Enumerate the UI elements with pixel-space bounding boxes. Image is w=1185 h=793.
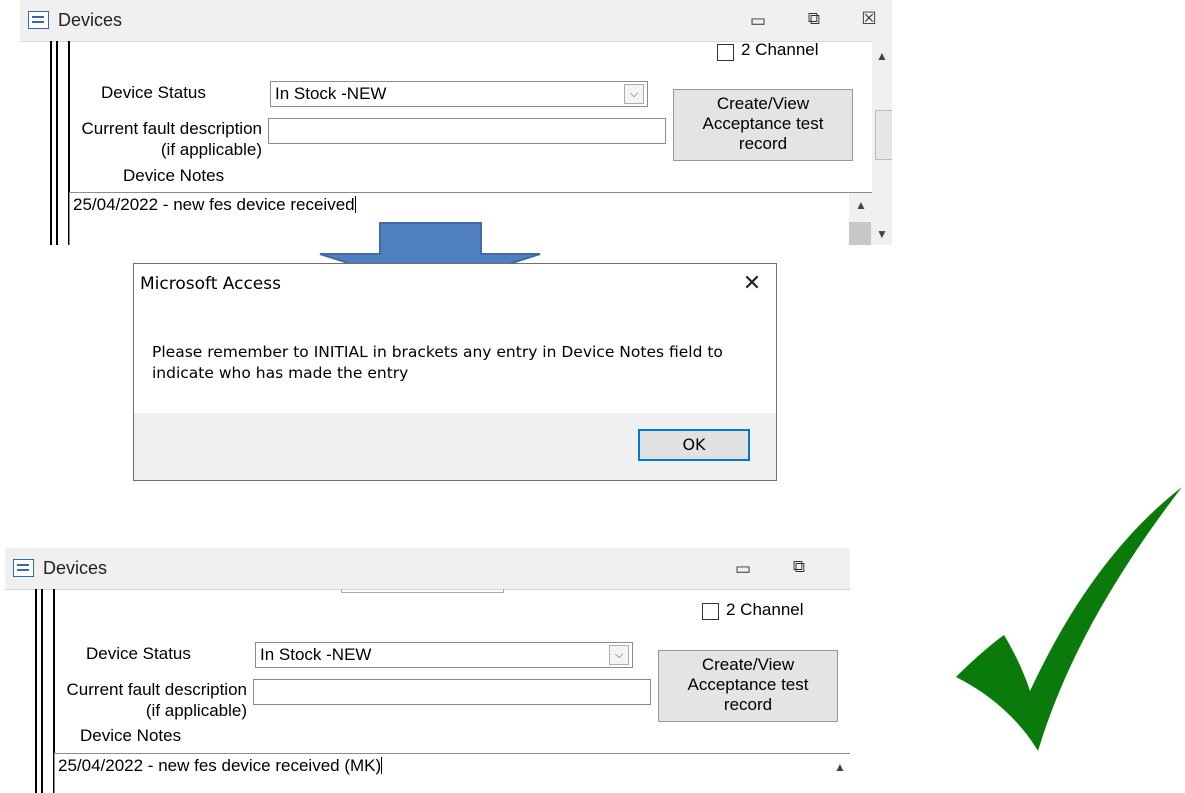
close-button[interactable]: ☒ bbox=[858, 9, 880, 29]
checkmark-shape bbox=[956, 487, 1182, 751]
notes-scroll-thumb[interactable] bbox=[849, 222, 871, 245]
fault-label-line2: (if applicable) bbox=[145, 701, 247, 720]
scroll-up-icon[interactable]: ▲ bbox=[873, 49, 891, 63]
dialog-message-line1: Please remember to INITIAL in brackets a… bbox=[152, 343, 723, 361]
record-selector-line bbox=[56, 41, 58, 245]
device-notes-label: Device Notes bbox=[80, 726, 182, 745]
title-bar: Devices ▭ ⧉ ☒ bbox=[20, 0, 892, 42]
dialog-message: Please remember to INITIAL in brackets a… bbox=[152, 342, 752, 384]
acceptance-button-line2: Acceptance test bbox=[702, 114, 824, 133]
restore-button[interactable]: ⧉ bbox=[788, 557, 810, 577]
acceptance-button-line1: Create/View bbox=[701, 655, 795, 674]
form-scroll-thumb[interactable] bbox=[875, 110, 892, 160]
fault-label: Current fault description (if applicable… bbox=[80, 118, 262, 160]
checkmark-icon bbox=[956, 487, 1182, 751]
chevron-down-icon[interactable]: ⌵ bbox=[624, 84, 644, 104]
device-status-combo[interactable]: In Stock -NEW bbox=[255, 642, 633, 668]
device-notes-textarea[interactable]: 25/04/2022 - new fes device received (MK… bbox=[54, 753, 850, 793]
bottom-devices-form: Devices ▭ ⧉ 2 Channel Device Status In S… bbox=[5, 548, 850, 793]
device-notes-label: Device Notes bbox=[123, 166, 225, 185]
device-notes-text: 25/04/2022 - new fes device received (MK… bbox=[58, 756, 382, 775]
top-devices-form: Devices ▭ ⧉ ☒ 2 Channel Device Status In… bbox=[20, 0, 892, 245]
fault-label-line1: Current fault description bbox=[66, 680, 247, 699]
dialog-message-line2: indicate who has made the entry bbox=[152, 364, 409, 382]
form-icon bbox=[13, 559, 34, 577]
chevron-down-icon[interactable]: ⌵ bbox=[609, 645, 629, 665]
record-selector-line bbox=[41, 589, 43, 793]
close-icon[interactable]: ✕ bbox=[740, 270, 764, 296]
device-status-value: In Stock -NEW bbox=[275, 84, 387, 103]
two-channel-label: 2 Channel bbox=[726, 600, 804, 619]
dialog-footer: OK bbox=[134, 413, 776, 480]
minimize-button[interactable]: ▭ bbox=[732, 559, 754, 579]
acceptance-button-line2: Acceptance test bbox=[687, 675, 809, 694]
device-status-value: In Stock -NEW bbox=[260, 645, 372, 664]
acceptance-button-line3: record bbox=[738, 134, 788, 153]
restore-button[interactable]: ⧉ bbox=[803, 9, 825, 29]
fault-description-input[interactable] bbox=[253, 679, 651, 705]
scroll-up-icon[interactable]: ▲ bbox=[852, 198, 870, 212]
fault-label-line1: Current fault description bbox=[81, 119, 262, 138]
two-channel-label: 2 Channel bbox=[741, 40, 819, 59]
scroll-down-icon[interactable]: ▼ bbox=[873, 227, 891, 241]
ok-button[interactable]: OK bbox=[638, 429, 750, 461]
acceptance-button-line3: record bbox=[723, 695, 773, 714]
device-status-combo[interactable]: In Stock -NEW bbox=[270, 81, 648, 107]
window-title: Devices bbox=[43, 558, 108, 578]
partial-field-edge bbox=[341, 589, 504, 593]
text-cursor bbox=[381, 757, 383, 774]
acceptance-test-button[interactable]: Create/View Acceptance test record bbox=[658, 650, 838, 722]
two-channel-checkbox[interactable] bbox=[702, 603, 719, 620]
device-status-label: Device Status bbox=[86, 644, 191, 663]
title-bar: Devices ▭ ⧉ bbox=[5, 548, 850, 590]
scroll-up-icon[interactable]: ▲ bbox=[831, 760, 849, 774]
text-cursor bbox=[354, 196, 356, 213]
device-status-label: Device Status bbox=[101, 83, 206, 102]
dialog-title: Microsoft Access bbox=[140, 274, 281, 294]
device-notes-text: 25/04/2022 - new fes device received bbox=[73, 195, 355, 214]
two-channel-checkbox[interactable] bbox=[717, 44, 734, 61]
minimize-button[interactable]: ▭ bbox=[747, 11, 769, 31]
fault-description-input[interactable] bbox=[268, 118, 666, 144]
record-selector-line bbox=[35, 589, 37, 793]
form-icon bbox=[28, 11, 49, 29]
record-selector-line bbox=[50, 41, 52, 245]
fault-label: Current fault description (if applicable… bbox=[65, 679, 247, 721]
message-dialog: Microsoft Access ✕ Please remember to IN… bbox=[133, 263, 777, 481]
fault-label-line2: (if applicable) bbox=[160, 140, 262, 159]
window-title: Devices bbox=[58, 10, 123, 30]
acceptance-test-button[interactable]: Create/View Acceptance test record bbox=[673, 89, 853, 161]
acceptance-button-line1: Create/View bbox=[716, 94, 810, 113]
